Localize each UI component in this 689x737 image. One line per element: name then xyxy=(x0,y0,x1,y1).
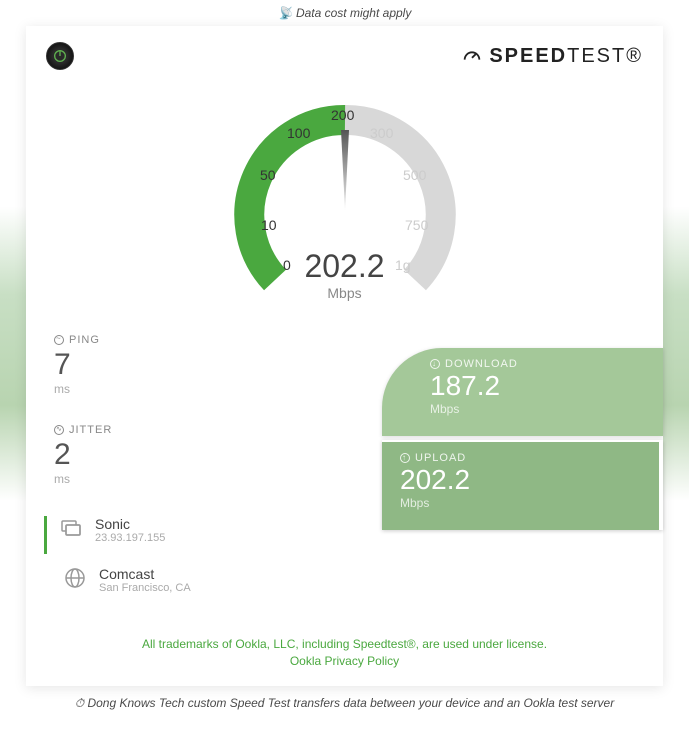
ping-unit: ms xyxy=(54,382,335,396)
server-location: San Francisco, CA xyxy=(99,582,191,594)
upload-icon xyxy=(400,453,410,463)
speedtest-card: SPEEDTEST® 0 10 50 100 200 300 xyxy=(26,26,663,686)
download-unit: Mbps xyxy=(400,402,645,416)
tick-750: 750 xyxy=(405,217,429,233)
bottom-notice: ⏱ Dong Knows Tech custom Speed Test tran… xyxy=(0,686,689,721)
brand-prefix: SPEED xyxy=(489,45,567,67)
tick-300: 300 xyxy=(370,125,394,141)
ping-icon xyxy=(54,335,64,345)
download-box: DOWNLOAD 187.2 Mbps xyxy=(382,348,663,436)
ping-label: PING xyxy=(69,334,100,346)
upload-label: UPLOAD xyxy=(415,452,466,464)
legal-line1: All trademarks of Ookla, LLC, including … xyxy=(26,636,663,653)
tick-1g: 1g xyxy=(395,257,411,273)
card-header: SPEEDTEST® xyxy=(26,26,663,70)
server-row[interactable]: Comcast San Francisco, CA xyxy=(44,566,645,594)
ping-stat: PING 7 ms xyxy=(44,320,345,410)
jitter-label: JITTER xyxy=(69,424,112,436)
server-name: Comcast xyxy=(99,566,191,582)
download-icon xyxy=(430,359,440,369)
download-value: 187.2 xyxy=(400,370,645,402)
upload-box: UPLOAD 202.2 Mbps xyxy=(382,440,663,530)
isp-name: Sonic xyxy=(95,516,165,532)
legal-footer: All trademarks of Ookla, LLC, including … xyxy=(26,636,663,670)
jitter-unit: ms xyxy=(54,472,335,486)
download-label: DOWNLOAD xyxy=(445,358,518,370)
tick-10: 10 xyxy=(261,217,277,233)
tick-500: 500 xyxy=(403,167,427,183)
power-button[interactable] xyxy=(46,42,74,70)
gauge-reading: 202.2 Mbps xyxy=(304,248,384,301)
ping-value: 7 xyxy=(54,348,335,382)
jitter-icon xyxy=(54,425,64,435)
jitter-value: 2 xyxy=(54,438,335,472)
isp-accent-bar xyxy=(44,516,47,554)
brand-suffix: TEST xyxy=(567,45,626,67)
gauge-icon xyxy=(461,45,483,67)
gauge-unit: Mbps xyxy=(304,285,384,301)
power-icon xyxy=(52,48,68,64)
tick-100: 100 xyxy=(287,125,311,141)
upload-unit: Mbps xyxy=(400,496,641,510)
gauge-area: 0 10 50 100 200 300 500 750 1g 202.2 Mbp… xyxy=(26,70,663,320)
jitter-stat: JITTER 2 ms xyxy=(44,410,345,500)
isp-ip: 23.93.197.155 xyxy=(95,532,165,544)
gauge-value: 202.2 xyxy=(304,248,384,285)
privacy-link[interactable]: Ookla Privacy Policy xyxy=(26,653,663,670)
speedtest-logo: SPEEDTEST® xyxy=(461,45,643,68)
tick-200: 200 xyxy=(331,107,355,123)
tick-0: 0 xyxy=(283,257,291,273)
upload-value: 202.2 xyxy=(400,464,641,496)
monitor-icon xyxy=(59,516,83,540)
globe-icon xyxy=(63,566,87,590)
data-cost-notice: 📡 Data cost might apply xyxy=(0,0,689,26)
tick-50: 50 xyxy=(260,167,276,183)
